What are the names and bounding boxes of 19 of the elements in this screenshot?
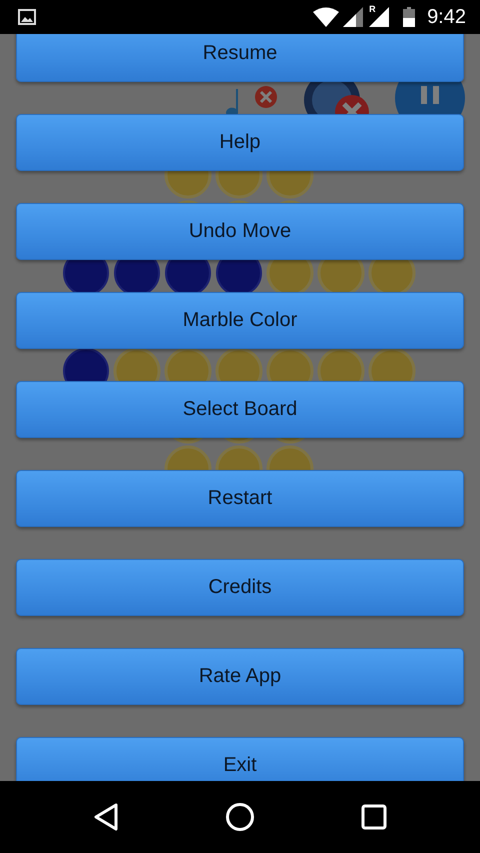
menu-button[interactable]: Marble Color: [16, 292, 464, 349]
wifi-icon: [313, 7, 340, 27]
image-icon: [18, 9, 36, 25]
menu-button[interactable]: Rate App: [16, 648, 464, 705]
roaming-indicator: R: [369, 4, 376, 14]
home-icon[interactable]: [225, 802, 255, 832]
recents-icon[interactable]: [361, 804, 387, 830]
menu-button[interactable]: Exit: [16, 737, 464, 781]
battery-icon: [403, 7, 416, 27]
menu-button[interactable]: Help: [16, 114, 464, 171]
clock: 9:42: [427, 6, 466, 28]
menu-button[interactable]: Restart: [16, 470, 464, 527]
menu-button[interactable]: Credits: [16, 559, 464, 616]
signal-icon: [367, 7, 390, 27]
menu-button[interactable]: Undo Move: [16, 203, 464, 260]
menu-button[interactable]: Select Board: [16, 381, 464, 438]
menu-button[interactable]: Resume: [16, 34, 464, 82]
signal-icon: [343, 7, 364, 27]
back-icon[interactable]: [93, 803, 119, 831]
